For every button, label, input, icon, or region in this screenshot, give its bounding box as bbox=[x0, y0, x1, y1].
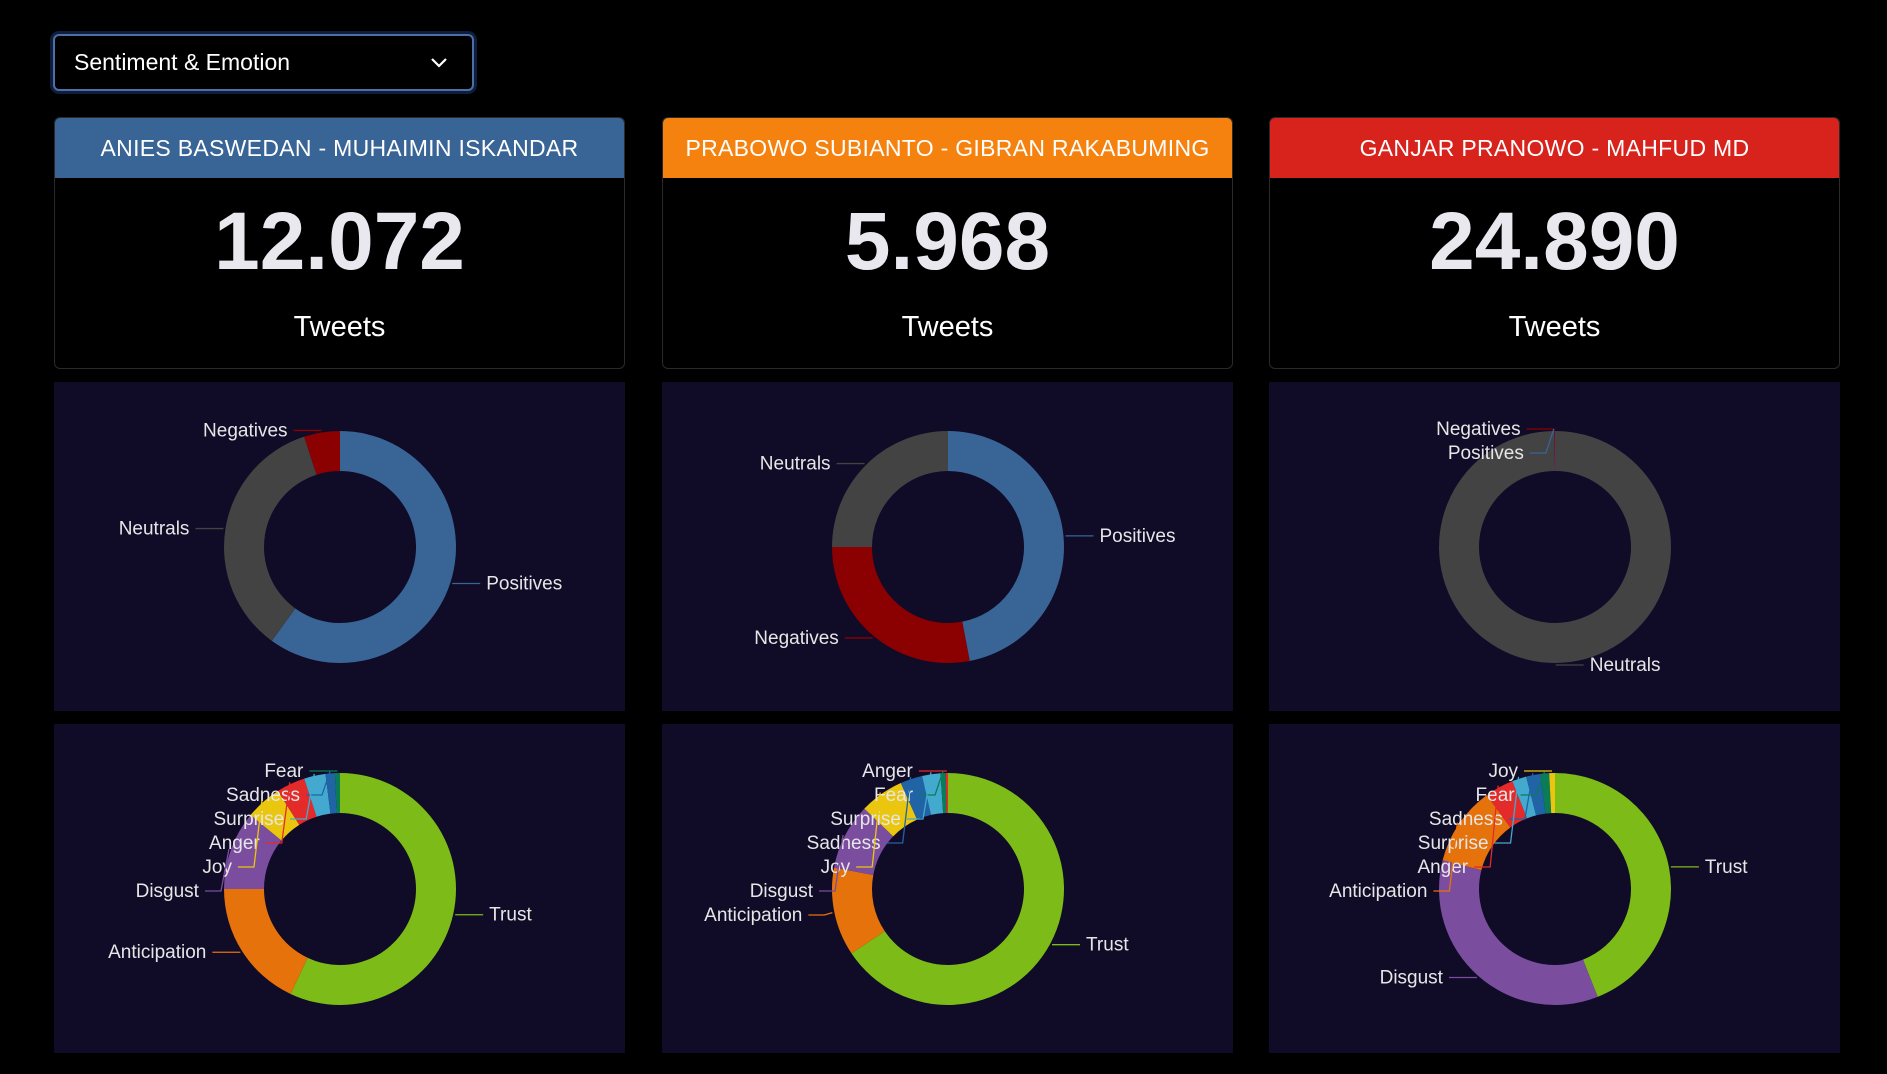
emotion-donut-chart: FearSadnessSurpriseAngerJoyDisgustAntici… bbox=[108, 761, 532, 1005]
candidate-name: GANJAR PRANOWO - MAHFUD MD bbox=[1270, 118, 1839, 178]
slice-label-disgust: Disgust bbox=[750, 881, 814, 902]
tweet-unit: Tweets bbox=[901, 311, 994, 343]
slice-label-anticipation: Anticipation bbox=[108, 942, 206, 963]
slice-label-anticipation: Anticipation bbox=[704, 905, 802, 926]
slice-label-neutrals: Neutrals bbox=[1590, 655, 1661, 676]
slice-label-joy: Joy bbox=[1488, 761, 1518, 782]
slice-label-trust: Trust bbox=[1086, 935, 1129, 956]
sentiment-donut-panel: Negatives Neutrals Positives bbox=[54, 382, 625, 711]
slice-label-negatives: Negatives bbox=[203, 420, 288, 441]
sentiment-donut-panel: Neutrals Negatives Positives bbox=[662, 382, 1233, 711]
candidate-card: GANJAR PRANOWO - MAHFUD MD 24.890 Tweets bbox=[1269, 117, 1840, 369]
emotion-donut-panel: Anger Fear Surprise Sadness Joy Disgust Antici… bbox=[662, 724, 1233, 1053]
emotion-donut-panel: Fear Sadness Surprise Anger Joy Disgust Antici… bbox=[54, 724, 625, 1053]
sentiment-donut-panel: Negatives Positives Neutrals bbox=[1269, 382, 1840, 711]
sentiment-donut-chart: Negatives Neutrals Positives bbox=[119, 420, 562, 663]
slice-label-negatives: Negatives bbox=[1436, 419, 1521, 440]
tweet-unit: Tweets bbox=[293, 311, 386, 343]
emotion-donut-chart: Joy Fear Sadness Surprise Anger Anticipation D… bbox=[1329, 761, 1748, 1005]
slice-label-trust: Trust bbox=[1705, 857, 1748, 878]
slice-label-trust: Trust bbox=[489, 905, 532, 926]
slice-label-anger: Anger bbox=[1417, 857, 1468, 878]
leader-line-anticipation bbox=[808, 911, 833, 916]
slice-label-fear: Fear bbox=[264, 761, 304, 782]
slice-label-fear: Fear bbox=[1476, 785, 1516, 806]
sentiment-donut-chart: Neutrals Negatives Positives bbox=[754, 431, 1176, 663]
view-dropdown-value: Sentiment & Emotion bbox=[74, 49, 291, 75]
slice-label-surprise: Surprise bbox=[1418, 833, 1489, 854]
slice-label-disgust: Disgust bbox=[1380, 968, 1444, 989]
slice-disgust[interactable] bbox=[1439, 860, 1598, 1005]
slice-label-disgust: Disgust bbox=[136, 881, 200, 902]
slice-label-positives: Positives bbox=[1448, 443, 1524, 464]
slice-label-neutrals: Neutrals bbox=[119, 519, 190, 540]
emotion-donut-panel: Joy Fear Sadness Surprise Anger Anticipation D… bbox=[1269, 724, 1840, 1053]
tweet-unit: Tweets bbox=[1508, 311, 1601, 343]
candidate-name: ANIES BASWEDAN - MUHAIMIN ISKANDAR bbox=[55, 118, 624, 178]
slice-negatives[interactable] bbox=[832, 547, 970, 663]
tweet-count: 5.968 bbox=[844, 196, 1051, 287]
slice-label-anger: Anger bbox=[862, 761, 913, 782]
slice-label-negatives: Negatives bbox=[754, 628, 839, 649]
slice-positives[interactable] bbox=[948, 431, 1064, 661]
emotion-donut-chart: AngerFearSurpriseSadnessJoyDisgustAntici… bbox=[704, 761, 1129, 1005]
candidate-card: ANIES BASWEDAN - MUHAIMIN ISKANDAR 12.07… bbox=[54, 117, 625, 369]
slice-neutrals[interactable] bbox=[224, 436, 317, 641]
sentiment-donut-chart: Negatives Positives Neutrals bbox=[1436, 419, 1671, 676]
slice-label-anticipation: Anticipation bbox=[1329, 881, 1427, 902]
tweet-count: 12.072 bbox=[214, 196, 465, 287]
slice-label-joy: Joy bbox=[821, 857, 851, 878]
candidate-name: PRABOWO SUBIANTO - GIBRAN RAKABUMING bbox=[663, 118, 1232, 178]
slice-label-positives: Positives bbox=[486, 573, 562, 594]
slice-label-surprise: Surprise bbox=[830, 809, 901, 830]
chevron-down-icon bbox=[431, 57, 447, 68]
slice-neutrals[interactable] bbox=[832, 431, 948, 547]
slice-label-sadness: Sadness bbox=[807, 833, 881, 854]
slice-label-anger: Anger bbox=[209, 833, 260, 854]
view-dropdown[interactable]: Sentiment & Emotion bbox=[53, 34, 474, 91]
tweet-count: 24.890 bbox=[1429, 196, 1680, 287]
candidate-card: PRABOWO SUBIANTO - GIBRAN RAKABUMING 5.9… bbox=[662, 117, 1233, 369]
slice-label-sadness: Sadness bbox=[1429, 809, 1503, 830]
slice-anticipation[interactable] bbox=[224, 889, 308, 994]
slice-label-joy: Joy bbox=[202, 857, 232, 878]
slice-label-surprise: Surprise bbox=[214, 809, 285, 830]
slice-label-neutrals: Neutrals bbox=[760, 454, 831, 475]
slice-label-positives: Positives bbox=[1099, 526, 1175, 547]
